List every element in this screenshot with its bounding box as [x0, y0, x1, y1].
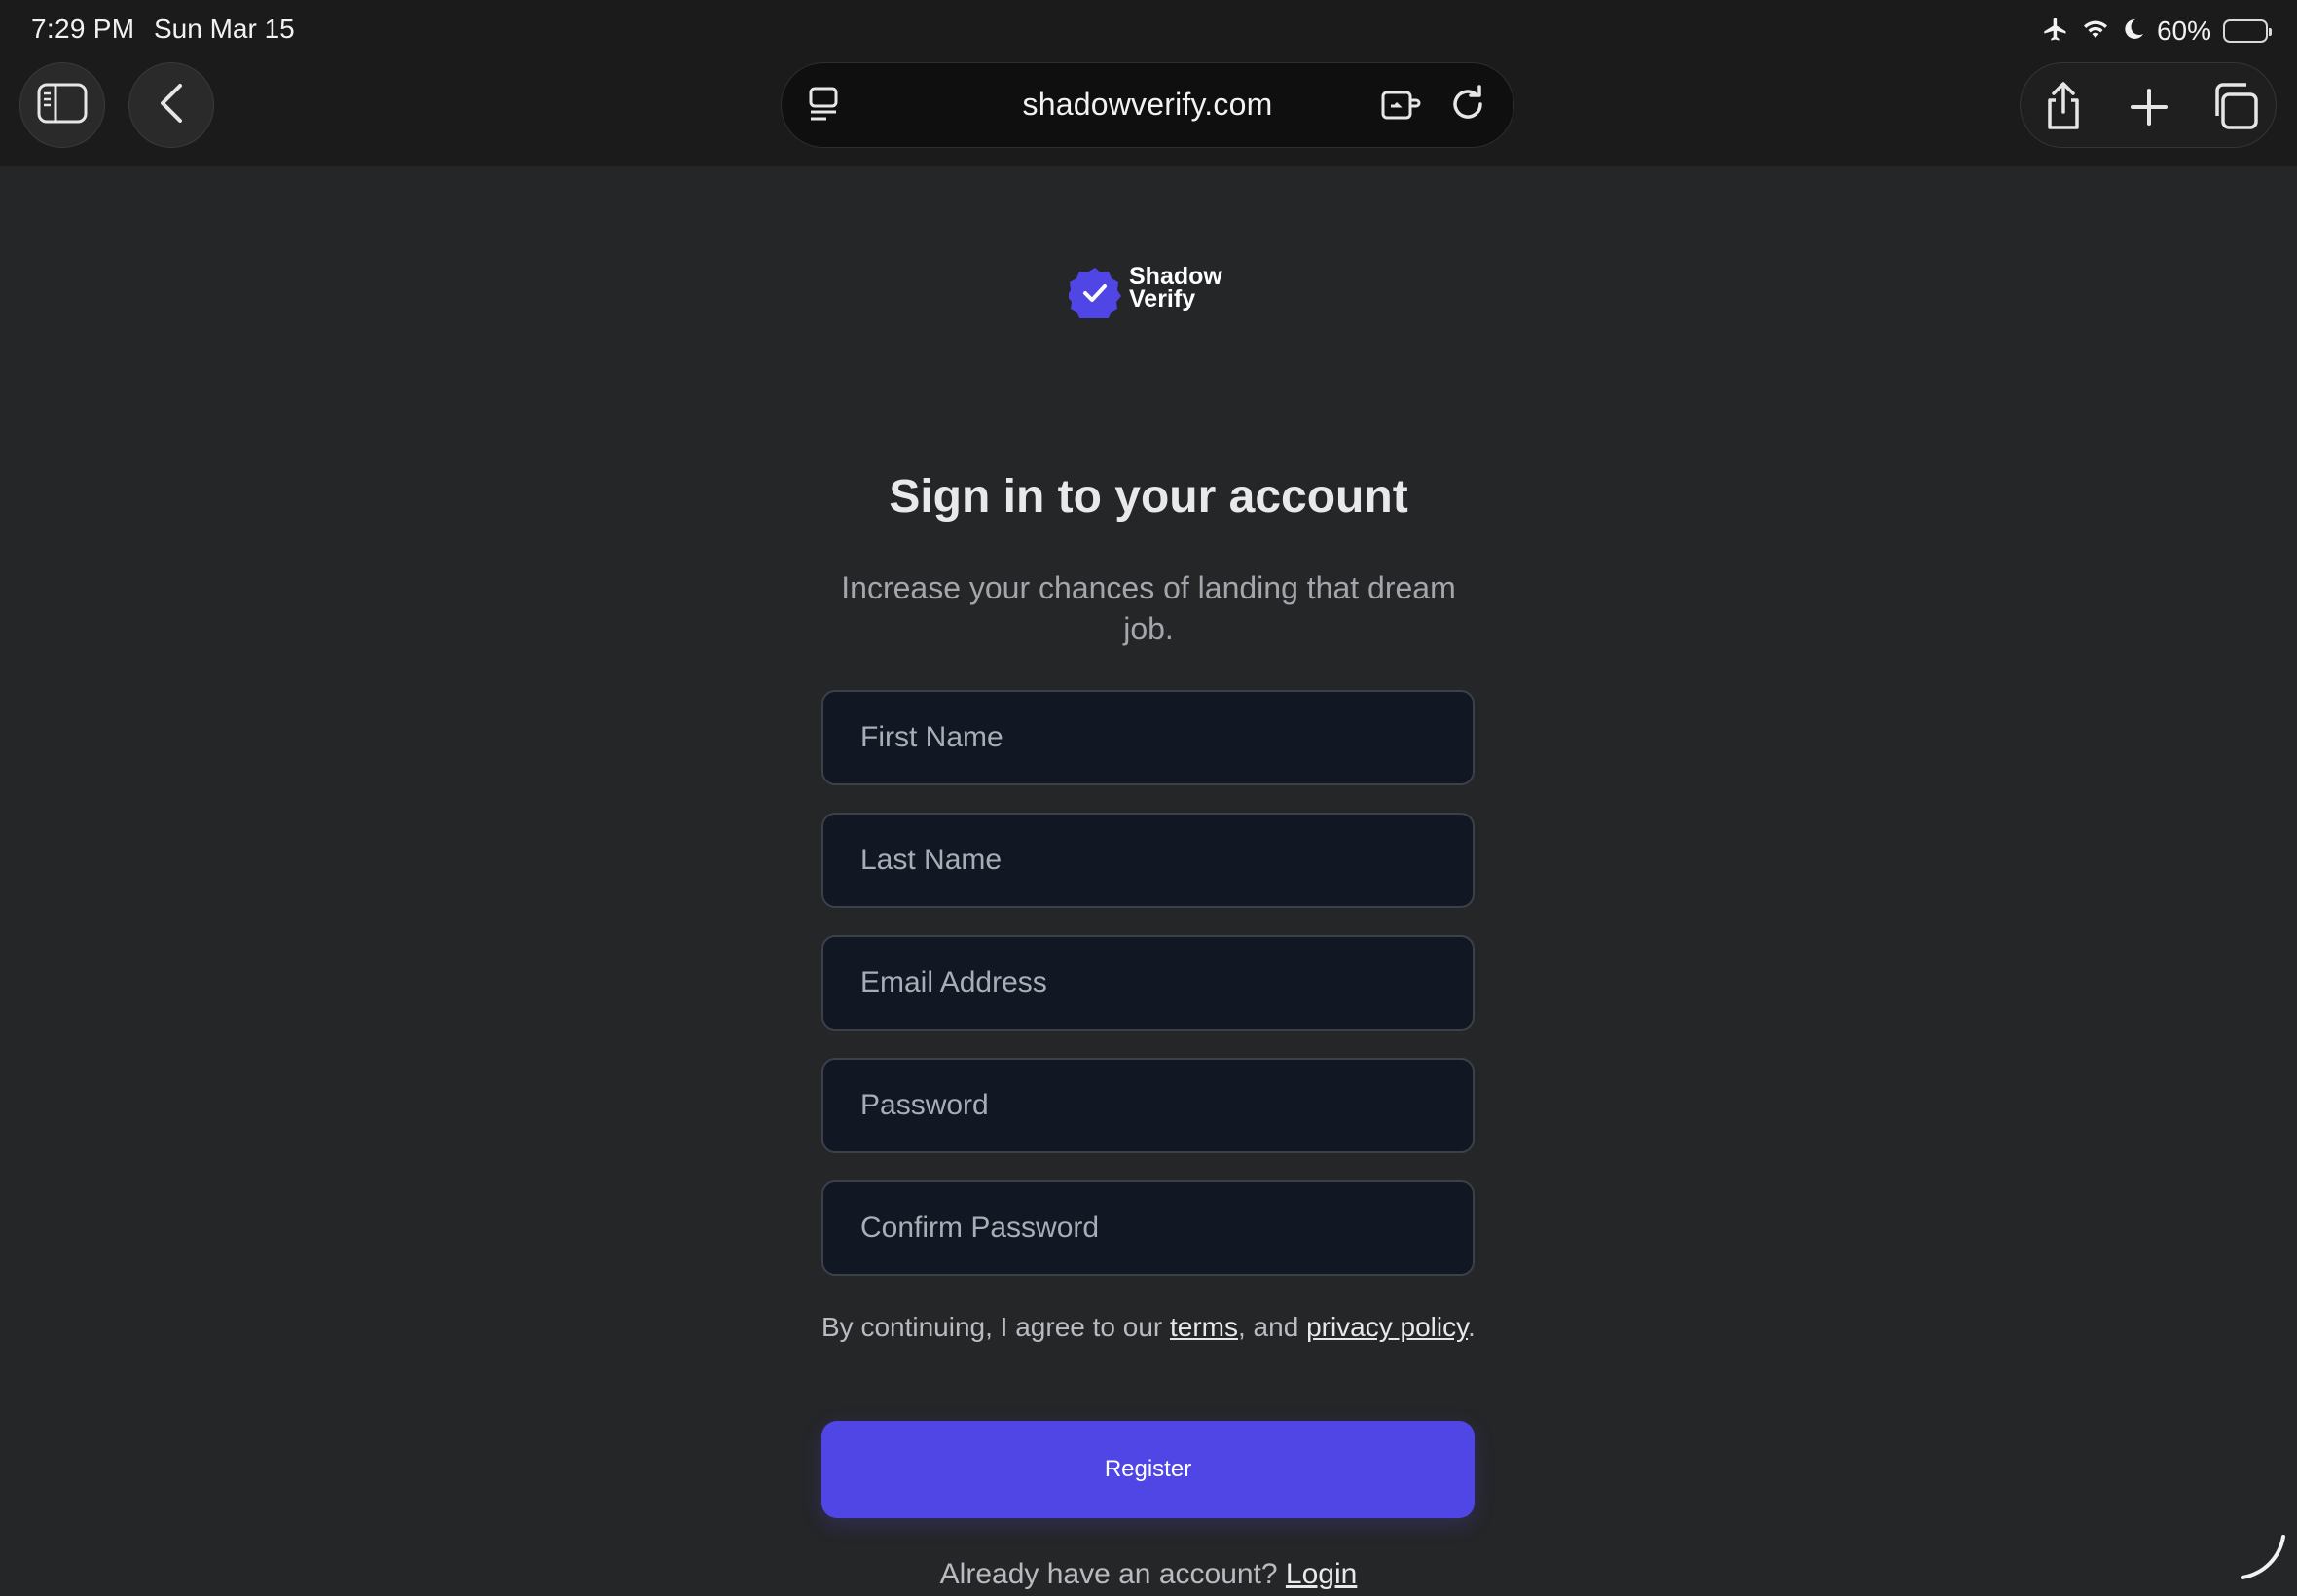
register-button[interactable]: Register: [821, 1421, 1475, 1518]
confirm-password-field[interactable]: [821, 1180, 1475, 1276]
brand-logo[interactable]: Shadow Verify: [1069, 264, 1234, 322]
consent-middle: , and: [1238, 1312, 1307, 1342]
terms-link[interactable]: terms: [1170, 1312, 1238, 1342]
share-icon[interactable]: [2042, 81, 2085, 136]
battery-percent: 60%: [2156, 16, 2211, 46]
tabs-icon[interactable]: [2211, 81, 2260, 136]
status-date: Sun Mar 15: [154, 14, 295, 44]
consent-prefix: By continuing, I agree to our: [821, 1312, 1170, 1342]
sidebar-icon: [37, 83, 88, 128]
scroll-indicator-icon: [2237, 1531, 2289, 1588]
sidebar-toggle-button[interactable]: [19, 62, 105, 148]
browser-chrome: 7:29 PM Sun Mar 15 60% shadowverify.com: [0, 0, 2297, 166]
back-button[interactable]: [128, 62, 214, 148]
email-input[interactable]: [860, 937, 1473, 1029]
password-field[interactable]: [821, 1058, 1475, 1153]
last-name-input[interactable]: [860, 815, 1473, 906]
airplane-mode-icon: [2042, 16, 2069, 48]
brand-name: Shadow Verify: [1129, 265, 1222, 312]
last-name-field[interactable]: [821, 813, 1475, 908]
privacy-policy-link[interactable]: privacy policy: [1306, 1312, 1468, 1342]
reload-icon[interactable]: [1449, 83, 1488, 130]
new-tab-icon[interactable]: [2128, 81, 2170, 136]
battery-icon: [2223, 19, 2272, 43]
email-field[interactable]: [821, 935, 1475, 1031]
login-link[interactable]: Login: [1286, 1558, 1357, 1590]
web-page: Shadow Verify Sign in to your account In…: [0, 166, 2297, 1596]
login-prompt-text: Already have an account?: [939, 1558, 1286, 1590]
do-not-disturb-moon-icon: [2122, 17, 2145, 47]
status-time: 7:29 PM: [31, 14, 135, 44]
first-name-field[interactable]: [821, 690, 1475, 785]
page-title: Sign in to your account: [889, 471, 1408, 523]
page-subtitle: Increase your chances of landing that dr…: [841, 570, 1456, 646]
first-name-input[interactable]: [860, 692, 1473, 783]
terms-consent-text: By continuing, I agree to our terms, and…: [821, 1309, 1483, 1346]
brand-name-line2: Verify: [1129, 285, 1196, 312]
toolbar-actions: [2020, 62, 2277, 148]
confirm-password-input[interactable]: [860, 1182, 1473, 1274]
login-prompt: Already have an account? Login: [759, 1558, 1538, 1591]
status-indicators: 60%: [2042, 12, 2272, 51]
password-input[interactable]: [860, 1060, 1473, 1151]
wifi-icon: [2081, 17, 2110, 47]
back-icon: [157, 82, 186, 129]
extension-icon[interactable]: [1379, 83, 1424, 130]
address-bar[interactable]: shadowverify.com: [781, 62, 1514, 148]
consent-suffix: .: [1468, 1312, 1476, 1342]
